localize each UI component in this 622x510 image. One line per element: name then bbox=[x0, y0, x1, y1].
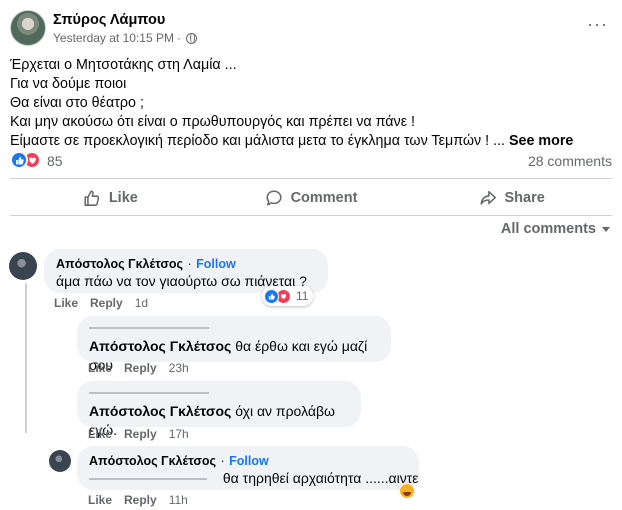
comment-bubble-icon bbox=[266, 190, 282, 206]
follow-button[interactable]: Follow bbox=[196, 257, 236, 271]
comment-like-button[interactable]: Like bbox=[54, 296, 78, 310]
post-line: Και μην ακούσω ότι είναι ο πρωθυπουργός … bbox=[10, 114, 416, 130]
comment-reactions[interactable]: 11 bbox=[262, 286, 314, 306]
commenter-avatar[interactable] bbox=[49, 450, 71, 472]
comment-reply-button[interactable]: Reply bbox=[124, 493, 157, 507]
post-line: Για να δούμε ποιοι bbox=[10, 76, 127, 92]
redacted-name bbox=[89, 391, 209, 394]
like-label: Like bbox=[108, 190, 138, 206]
reaction-icons[interactable] bbox=[10, 151, 44, 171]
comment-reply-button[interactable]: Reply bbox=[90, 296, 123, 310]
thumbs-up-icon bbox=[84, 190, 100, 206]
comment-sort-label: All comments bbox=[500, 221, 596, 237]
name-separator: · bbox=[187, 257, 192, 271]
commenter-name[interactable]: Απόστολος Γκλέτσος bbox=[89, 403, 231, 419]
comment-actions: Like Reply 23h bbox=[88, 361, 189, 375]
comment-button[interactable]: Comment bbox=[211, 183, 412, 213]
post-line: Έρχεται ο Μητσοτάκης στη Λαμία ... bbox=[10, 57, 237, 73]
commenter-avatar[interactable] bbox=[9, 252, 37, 280]
post-line: Είμαστε σε προεκλογική περίοδο και μάλισ… bbox=[10, 133, 506, 149]
name-separator: · bbox=[220, 454, 225, 468]
comment-time[interactable]: 17h bbox=[169, 427, 189, 441]
comment-reply-button[interactable]: Reply bbox=[124, 427, 157, 441]
post-body: Έρχεται ο Μητσοτάκης στη Λαμία ... Για ν… bbox=[10, 56, 612, 151]
comment-sort-dropdown[interactable]: All comments bbox=[501, 221, 610, 237]
more-options-button[interactable]: ··· bbox=[587, 14, 608, 35]
post-line-last: Είμαστε σε προεκλογική περίοδο και μάλισ… bbox=[10, 132, 612, 151]
comment-time[interactable]: 23h bbox=[169, 361, 189, 375]
commenter-name[interactable]: Απόστολος Γκλέτσος bbox=[89, 454, 216, 468]
comment-like-button[interactable]: Like bbox=[88, 493, 112, 507]
comment-actions: Like Reply 11h bbox=[88, 493, 188, 507]
reaction-count[interactable]: 85 bbox=[47, 153, 63, 169]
reactions-summary: 85 28 comments bbox=[10, 150, 612, 172]
comment-bubble: Απόστολος Γκλέτσος όχι αν προλάβω εγώ. bbox=[77, 381, 361, 438]
comment-reaction-count: 11 bbox=[296, 289, 309, 303]
globe-icon bbox=[185, 32, 197, 44]
post-timestamp[interactable]: Yesterday at 10:15 PM bbox=[53, 31, 174, 45]
author-avatar[interactable] bbox=[10, 10, 46, 46]
haha-reaction-icon[interactable] bbox=[399, 483, 415, 499]
comment-bubble: Απόστολος Γκλέτσος · Follow θα τηρηθεί α… bbox=[77, 446, 419, 490]
comment-label: Comment bbox=[290, 190, 358, 206]
comment-like-button[interactable]: Like bbox=[88, 361, 112, 375]
post-meta: Yesterday at 10:15 PM · bbox=[53, 31, 197, 45]
comment-actions: Like Reply 17h bbox=[88, 427, 189, 441]
post-line: Θα είναι στο θέατρο ; bbox=[10, 95, 144, 111]
follow-button[interactable]: Follow bbox=[229, 454, 269, 468]
thread-line bbox=[25, 283, 27, 433]
divider bbox=[10, 178, 612, 179]
post-header: Σπύρος Λάμπου Yesterday at 10:15 PM · ··… bbox=[10, 8, 612, 48]
comments-count[interactable]: 28 comments bbox=[528, 153, 612, 169]
redacted-name bbox=[89, 326, 209, 329]
comment-reply-button[interactable]: Reply bbox=[124, 361, 157, 375]
divider bbox=[10, 215, 612, 216]
comment-text: θα τηρηθεί αρχαιότητα ......αιντε bbox=[222, 470, 419, 486]
like-button[interactable]: Like bbox=[10, 183, 211, 213]
comment-time[interactable]: 1d bbox=[135, 296, 148, 310]
meta-separator: · bbox=[176, 31, 181, 45]
like-reaction-icon bbox=[10, 151, 28, 169]
like-reaction-icon bbox=[264, 288, 279, 304]
caret-down-icon bbox=[602, 226, 610, 232]
commenter-name[interactable]: Απόστολος Γκλέτσος bbox=[56, 257, 183, 271]
post-author[interactable]: Σπύρος Λάμπου bbox=[53, 12, 165, 28]
post-action-bar: Like Comment Share bbox=[10, 183, 612, 213]
redacted-mention bbox=[89, 478, 207, 481]
see-more-link[interactable]: See more bbox=[509, 133, 573, 149]
share-button[interactable]: Share bbox=[411, 183, 612, 213]
commenter-name[interactable]: Απόστολος Γκλέτσος bbox=[89, 338, 231, 354]
share-arrow-icon bbox=[480, 190, 496, 205]
comment-bubble: Απόστολος Γκλέτσος θα έρθω και εγώ μαζί … bbox=[77, 316, 391, 373]
share-label: Share bbox=[504, 190, 545, 206]
comment-time[interactable]: 11h bbox=[169, 493, 188, 507]
comment-like-button[interactable]: Like bbox=[88, 427, 112, 441]
comment-actions: Like Reply 1d bbox=[54, 296, 148, 310]
